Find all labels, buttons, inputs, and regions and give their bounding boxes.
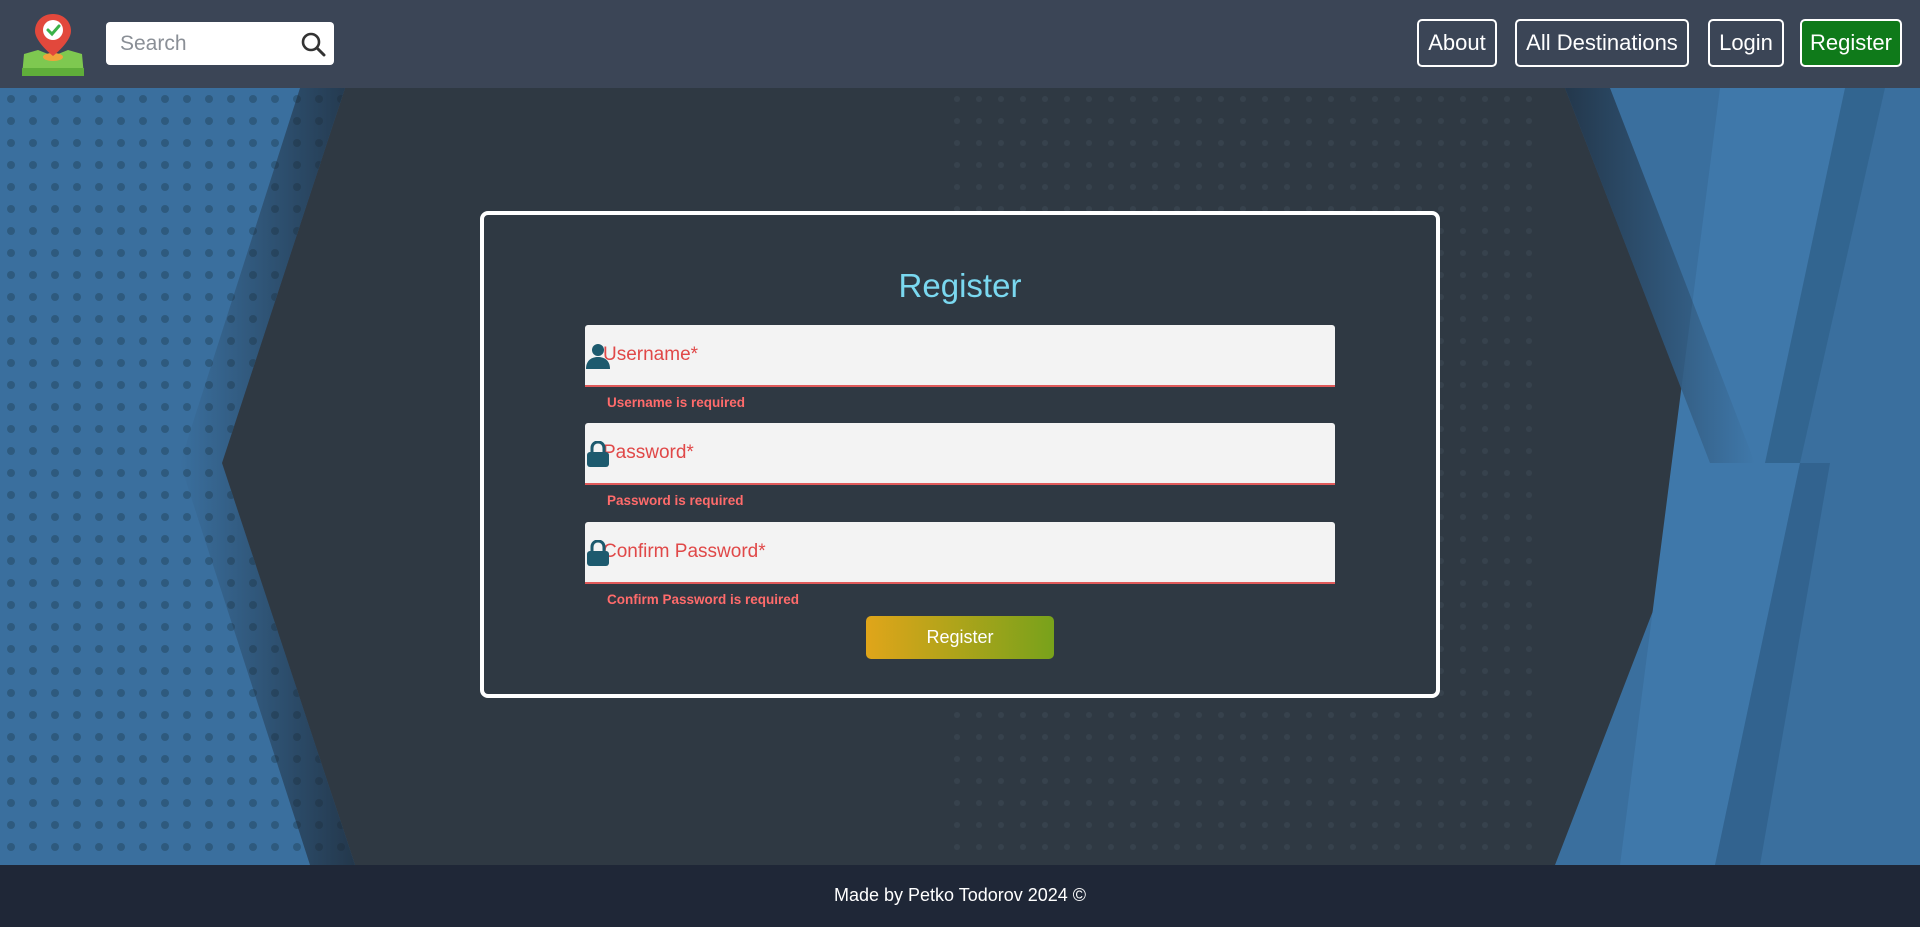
- register-submit-button[interactable]: Register: [866, 616, 1054, 659]
- password-error: Password is required: [607, 493, 744, 508]
- username-error: Username is required: [607, 395, 746, 410]
- nav-all-destinations-button[interactable]: All Destinations: [1515, 19, 1689, 67]
- register-card: Register Username is required Password i…: [480, 211, 1440, 698]
- search-icon[interactable]: [300, 31, 326, 57]
- search-box: [106, 22, 334, 65]
- password-field: [585, 423, 1335, 485]
- username-field: [585, 325, 1335, 387]
- user-icon: [586, 344, 610, 369]
- nav-register-button[interactable]: Register: [1800, 19, 1902, 67]
- map-pin-logo-icon[interactable]: [18, 10, 88, 78]
- page-background: Register Username is required Password i…: [0, 88, 1920, 865]
- nav-about-button[interactable]: About: [1417, 19, 1497, 67]
- confirm-password-error: Confirm Password is required: [607, 592, 800, 607]
- lock-icon: [587, 540, 609, 566]
- top-navbar: About All Destinations Login Register: [0, 0, 1920, 88]
- form-title: Register: [898, 267, 1022, 304]
- password-input[interactable]: [585, 423, 1265, 483]
- search-input[interactable]: [120, 22, 290, 65]
- confirm-password-input[interactable]: [585, 522, 1265, 582]
- confirm-password-field: [585, 522, 1335, 584]
- nav-login-button[interactable]: Login: [1708, 19, 1784, 67]
- footer-credit: Made by Petko Todorov 2024 ©: [833, 885, 1087, 905]
- lock-icon: [587, 441, 609, 467]
- footer: Made by Petko Todorov 2024 ©: [0, 865, 1920, 927]
- username-input[interactable]: [585, 325, 1265, 385]
